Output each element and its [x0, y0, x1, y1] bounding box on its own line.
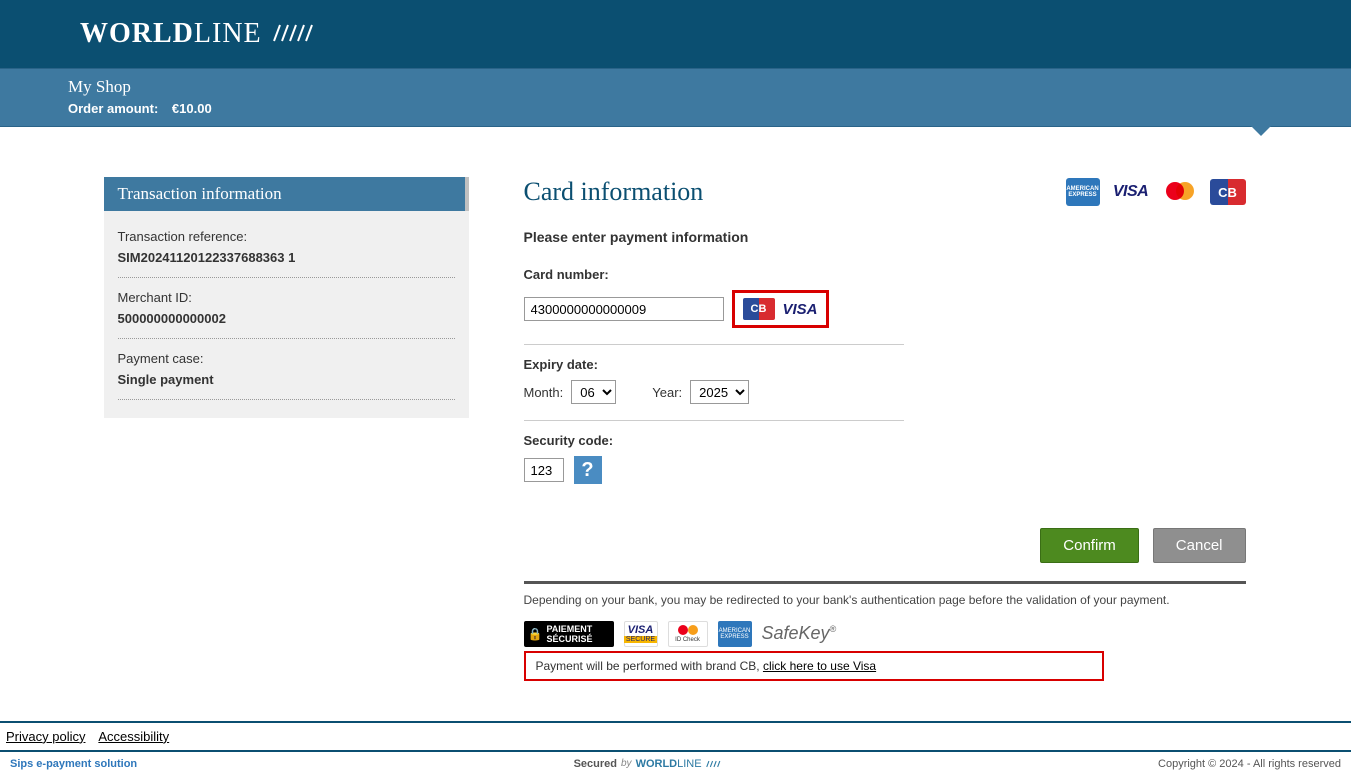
merchant-id-row: Merchant ID: 500000000000002 — [118, 284, 455, 339]
tx-label: Payment case: — [118, 351, 455, 366]
lock-icon: 🔒 — [528, 627, 543, 641]
card-number-block: Card number: CB VISA — [524, 267, 904, 345]
security-code-help-button[interactable]: ? — [574, 456, 602, 484]
sips-label: Sips e-payment solution — [10, 758, 137, 770]
page-title: Card information — [524, 177, 704, 207]
logo-wave-icon — [272, 21, 316, 48]
top-bar: WORLDLINE — [0, 0, 1351, 68]
security-code-input[interactable] — [524, 458, 564, 482]
redirect-note: Depending on your bank, you may be redir… — [524, 592, 1246, 609]
order-amount-value: €10.00 — [172, 101, 212, 116]
mc-idcheck-badge: ID Check — [668, 621, 708, 647]
mastercard-icon — [1162, 180, 1198, 204]
tx-value: 500000000000002 — [118, 311, 455, 326]
tx-label: Merchant ID: — [118, 290, 455, 305]
paiement-securise-badge: 🔒 PAIEMENT SÉCURISÉ — [524, 621, 614, 647]
year-select[interactable]: 2025 — [690, 380, 749, 404]
tx-value: SIM20241120122337688363 1 — [118, 250, 455, 265]
cb-icon: CB — [1210, 179, 1246, 205]
expiry-label: Expiry date: — [524, 357, 904, 372]
footer-bottom: Sips e-payment solution Secured by WORLD… — [0, 752, 1351, 776]
accepted-card-logos: AMERICANEXPRESS VISA CB — [1066, 178, 1246, 206]
month-label: Month: — [524, 385, 564, 400]
switch-to-visa-link[interactable]: click here to use Visa — [763, 659, 876, 673]
shop-name: My Shop — [68, 77, 1351, 97]
worldline-mini-logo: WORLDLINE — [636, 758, 702, 770]
detected-brand-box: CB VISA — [732, 290, 829, 328]
transaction-panel: Transaction information Transaction refe… — [104, 177, 469, 681]
tx-value: Single payment — [118, 372, 455, 387]
form-subtitle: Please enter payment information — [524, 229, 904, 245]
logo-text: WORLDLINE — [80, 18, 262, 50]
wave-mini-icon — [706, 759, 722, 769]
security-code-label: Security code: — [524, 433, 904, 448]
brand-switch-text: Payment will be performed with brand CB, — [536, 659, 763, 673]
transaction-panel-body: Transaction reference: SIM20241120122337… — [104, 211, 469, 418]
card-number-input[interactable] — [524, 297, 724, 321]
year-label: Year: — [652, 385, 682, 400]
month-select[interactable]: 06 — [571, 380, 616, 404]
order-amount-label: Order amount: — [68, 101, 158, 116]
security-logos: 🔒 PAIEMENT SÉCURISÉ VISASECURE ID Check … — [524, 621, 1246, 647]
safekey-badge: SafeKey® — [762, 623, 837, 644]
worldline-logo: WORLDLINE — [80, 18, 316, 50]
amex-icon: AMERICANEXPRESS — [1066, 178, 1100, 206]
visa-secure-badge: VISASECURE — [624, 621, 658, 647]
accessibility-link[interactable]: Accessibility — [98, 729, 169, 744]
visa-detected-icon: VISA — [783, 301, 818, 318]
card-number-label: Card number: — [524, 267, 904, 282]
copyright: Copyright © 2024 - All rights reserved — [1158, 758, 1341, 770]
cb-detected-icon: CB — [743, 298, 775, 320]
privacy-policy-link[interactable]: Privacy policy — [6, 729, 85, 744]
cancel-button[interactable]: Cancel — [1153, 528, 1246, 563]
tx-label: Transaction reference: — [118, 229, 455, 244]
order-bar: My Shop Order amount: €10.00 — [0, 68, 1351, 127]
divider — [524, 581, 1246, 584]
action-buttons: Confirm Cancel — [524, 528, 1246, 563]
transaction-reference-row: Transaction reference: SIM20241120122337… — [118, 223, 455, 278]
amex-badge: AMERICANEXPRESS — [718, 621, 752, 647]
expiry-block: Expiry date: Month: 06 Year: 2025 — [524, 357, 904, 421]
main-content: Card information AMERICANEXPRESS VISA CB… — [524, 177, 1316, 681]
transaction-panel-heading: Transaction information — [104, 177, 469, 211]
secured-by: Secured by WORLDLINE — [574, 758, 722, 770]
security-code-block: Security code: ? — [524, 433, 904, 500]
footer-links: Privacy policy Accessibility — [0, 721, 1351, 752]
brand-switch-notice: Payment will be performed with brand CB,… — [524, 651, 1104, 681]
order-amount-row: Order amount: €10.00 — [68, 101, 1351, 116]
payment-case-row: Payment case: Single payment — [118, 345, 455, 400]
visa-icon: VISA — [1112, 179, 1150, 205]
confirm-button[interactable]: Confirm — [1040, 528, 1139, 563]
